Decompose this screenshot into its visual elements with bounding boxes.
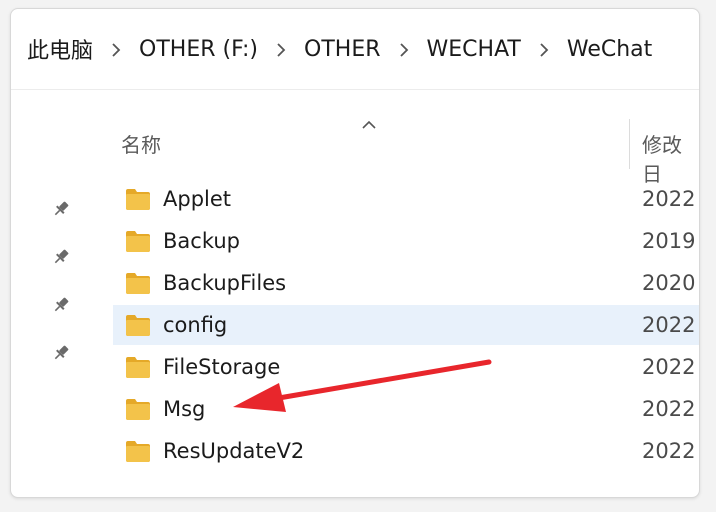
pin-icon[interactable] xyxy=(51,295,71,315)
file-date-modified: 2022 xyxy=(642,439,696,463)
breadcrumb-wechat[interactable]: WECHAT xyxy=(427,37,521,62)
file-name: Backup xyxy=(163,229,240,253)
folder-icon xyxy=(125,354,151,380)
file-date-modified: 2022 xyxy=(642,187,696,211)
folder-icon xyxy=(125,270,151,296)
breadcrumb-other[interactable]: OTHER xyxy=(304,37,380,62)
file-date-modified: 2020 xyxy=(642,271,696,295)
file-date-modified: 2019 xyxy=(642,229,696,253)
pin-icon[interactable] xyxy=(51,343,71,363)
file-row-backupfiles[interactable]: BackupFiles 2020 xyxy=(113,263,699,303)
breadcrumb-this-pc[interactable]: 此电脑 xyxy=(27,33,93,65)
file-name: Msg xyxy=(163,397,206,421)
sort-ascending-icon[interactable] xyxy=(361,115,377,134)
folder-icon xyxy=(125,228,151,254)
column-header-name[interactable]: 名称 xyxy=(121,129,161,158)
file-row-msg[interactable]: Msg 2022 xyxy=(113,389,699,429)
folder-icon xyxy=(125,312,151,338)
pin-icon[interactable] xyxy=(51,247,71,267)
folder-icon xyxy=(125,396,151,422)
folder-icon xyxy=(125,186,151,212)
file-row-backup[interactable]: Backup 2019 xyxy=(113,221,699,261)
file-row-resupdatev2[interactable]: ResUpdateV2 2022 xyxy=(113,431,699,471)
file-row-applet[interactable]: Applet 2022 xyxy=(113,179,699,219)
pin-icon[interactable] xyxy=(51,199,71,219)
file-date-modified: 2022 xyxy=(642,313,696,337)
breadcrumb: 此电脑 OTHER (F:) OTHER WECHAT WeChat xyxy=(11,9,699,90)
chevron-right-icon xyxy=(381,40,427,59)
file-name: BackupFiles xyxy=(163,271,287,295)
breadcrumb-wechat-files[interactable]: WeChat xyxy=(567,37,652,62)
file-explorer-window: 此电脑 OTHER (F:) OTHER WECHAT WeChat 名称 修改… xyxy=(10,8,700,498)
column-divider[interactable] xyxy=(629,119,630,169)
file-name: config xyxy=(163,313,228,337)
file-list: 名称 修改日 Applet 2022 Backup 2019 BackupFiles 20… xyxy=(101,89,699,497)
file-name: FileStorage xyxy=(163,355,281,379)
file-row-config[interactable]: config 2022 xyxy=(113,305,699,345)
chevron-right-icon xyxy=(521,40,567,59)
file-name: Applet xyxy=(163,187,232,211)
file-name: ResUpdateV2 xyxy=(163,439,305,463)
breadcrumb-drive-f[interactable]: OTHER (F:) xyxy=(139,37,258,62)
folder-icon xyxy=(125,438,151,464)
chevron-right-icon xyxy=(258,40,304,59)
file-date-modified: 2022 xyxy=(642,355,696,379)
file-row-filestorage[interactable]: FileStorage 2022 xyxy=(113,347,699,387)
file-date-modified: 2022 xyxy=(642,397,696,421)
chevron-right-icon xyxy=(93,40,139,59)
column-header-row: 名称 修改日 xyxy=(101,89,699,186)
